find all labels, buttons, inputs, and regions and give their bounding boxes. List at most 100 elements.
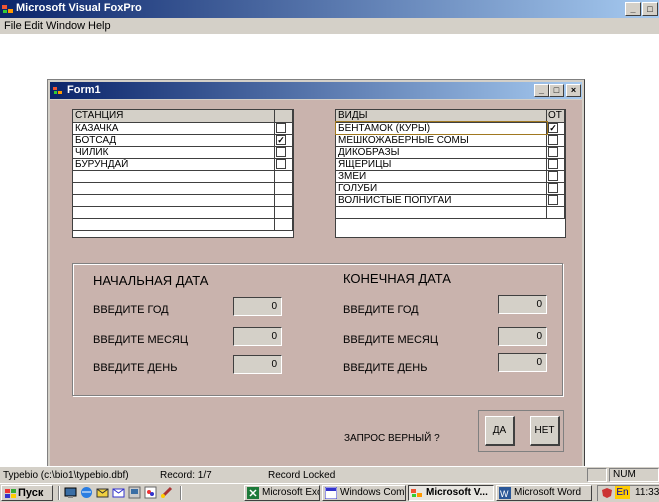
species-name[interactable]: МЕШКОЖАБЕРНЫЕ СОМЫ [336,134,547,147]
table-row[interactable]: БЕНТАМОК (КУРЫ) ✓ [335,121,565,135]
foxpro-task-icon [411,489,422,497]
station-name[interactable]: ЧИЛИК [73,146,275,159]
table-row[interactable]: ЯЩЕРИЦЫ [336,158,565,171]
species-grid[interactable]: ВИДЫ ОТ БЕНТАМОК (КУРЫ) ✓ МЕШКОЖАБЕРНЫЕ … [335,109,566,238]
start-day-field[interactable]: 0 [233,355,282,374]
form-maximize-button[interactable]: □ [549,84,564,97]
menu-help[interactable]: Help [88,20,111,32]
stations-header[interactable]: СТАНЦИЯ [73,110,275,123]
menu-edit[interactable]: Edit [24,20,43,32]
explorer-icon[interactable] [128,486,141,499]
desktop-icon[interactable] [64,486,77,499]
species-name[interactable]: ДИКОБРАЗЫ [336,146,547,159]
app-restore-button[interactable]: □ [642,2,658,16]
clock: 11:33 [635,487,659,498]
status-num: NUM [609,468,659,482]
table-row[interactable]: БУРУНДАЙ [73,158,293,171]
end-day-field[interactable]: 0 [498,353,547,372]
start-label: Пуск [18,487,44,499]
form-window: Form1 _ □ × СТАНЦИЯ КАЗАЧКА БОТСАД ✓ ЧИЛ… [47,79,585,474]
table-row[interactable]: ДИКОБРАЗЫ [336,146,565,159]
app-minimize-button[interactable]: _ [625,2,641,16]
start-button[interactable]: Пуск [1,485,53,501]
status-lock: Record Locked [268,470,336,481]
station-checkbox[interactable] [276,158,286,169]
status-file: Typebio (c:\bio1\typebio.dbf) [3,470,129,481]
word-icon: W [499,487,511,499]
foxpro-icon [2,5,13,13]
task-word[interactable]: W Microsoft Word [496,485,592,501]
station-name[interactable]: БОТСАД [73,134,275,147]
species-checkbox[interactable]: ✓ [548,122,558,133]
start-month-field[interactable]: 0 [233,327,282,346]
start-year-field[interactable]: 0 [233,297,282,316]
empty-row[interactable] [73,194,293,207]
outlook-icon[interactable] [96,486,109,499]
mail-icon[interactable] [112,486,125,499]
start-day-label: ВВЕДИТЕ ДЕНЬ [93,362,178,374]
species-name[interactable]: ВОЛНИСТЫЕ ПОПУГАИ [336,194,547,207]
taskbar: Пуск Microsoft Exc... Windows Com... Mic… [0,483,659,502]
station-checkbox[interactable] [276,122,286,133]
empty-row[interactable] [73,206,293,219]
table-row[interactable]: ЗМЕИ [336,170,565,183]
task-windows-commander[interactable]: Windows Com... [322,485,406,501]
empty-row[interactable] [336,206,565,219]
species-name[interactable]: ЗМЕИ [336,170,547,183]
empty-row[interactable] [73,182,293,195]
status-bar: Typebio (c:\bio1\typebio.dbf) Record: 1/… [0,466,659,483]
species-name[interactable]: ГОЛУБИ [336,182,547,195]
end-year-field[interactable]: 0 [498,295,547,314]
table-row[interactable]: МЕШКОЖАБЕРНЫЕ СОМЫ [336,134,565,147]
station-name[interactable]: КАЗАЧКА [73,122,275,135]
species-checkbox[interactable] [548,146,558,157]
date-frame: НАЧАЛЬНАЯ ДАТА КОНЕЧНАЯ ДАТА ВВЕДИТЕ ГОД… [72,263,563,396]
species-checkbox[interactable] [548,134,558,145]
table-row[interactable]: КАЗАЧКА [73,122,293,135]
table-row[interactable]: ЧИЛИК [73,146,293,159]
form-title-bar[interactable]: Form1 _ □ × [50,82,582,99]
language-indicator[interactable]: En [615,486,630,499]
task-label: Microsoft Exc... [262,487,319,498]
menu-window[interactable]: Window [46,20,85,32]
table-row[interactable]: ГОЛУБИ [336,182,565,195]
species-name[interactable]: БЕНТАМОК (КУРЫ) [335,121,548,135]
stations-header-check[interactable] [274,110,293,123]
no-button[interactable]: НЕТ [530,416,560,446]
empty-row[interactable] [73,170,293,183]
paint-icon[interactable] [144,486,157,499]
station-checkbox[interactable]: ✓ [276,134,286,145]
commander-icon [325,487,337,499]
table-row[interactable]: ВОЛНИСТЫЕ ПОПУГАИ [336,194,565,207]
yes-button[interactable]: ДА [485,416,515,446]
form-close-button[interactable]: × [566,84,581,97]
task-label: Windows Com... [340,487,406,498]
menu-file[interactable]: File [4,20,22,32]
start-year-label: ВВЕДИТЕ ГОД [93,304,169,316]
tool-icon[interactable] [160,486,173,499]
form-minimize-button[interactable]: _ [534,84,549,97]
task-visual-foxpro[interactable]: Microsoft V... [408,485,494,501]
species-checkbox[interactable] [548,170,558,181]
empty-row[interactable] [73,218,293,231]
station-checkbox[interactable] [276,146,286,157]
table-row[interactable]: БОТСАД ✓ [73,134,293,147]
antivirus-icon[interactable] [601,487,613,499]
species-header[interactable]: ВИДЫ [336,110,547,123]
stations-grid[interactable]: СТАНЦИЯ КАЗАЧКА БОТСАД ✓ ЧИЛИК БУРУНДАЙ [72,109,294,238]
end-month-label: ВВЕДИТЕ МЕСЯЦ [343,334,439,346]
task-excel[interactable]: Microsoft Exc... [244,485,320,501]
form-icon [53,87,62,94]
species-checkbox[interactable] [548,194,558,205]
species-name[interactable]: ЯЩЕРИЦЫ [336,158,547,171]
species-checkbox[interactable] [548,182,558,193]
confirm-question: ЗАПРОС ВЕРНЫЙ ? [344,433,440,444]
status-record: Record: 1/7 [160,470,212,481]
species-header-2[interactable]: ОТ [546,110,565,123]
station-name[interactable]: БУРУНДАЙ [73,158,275,171]
species-checkbox[interactable] [548,158,558,169]
end-month-field[interactable]: 0 [498,327,547,346]
browser-icon[interactable] [80,486,93,499]
status-panel-empty [587,468,607,482]
app-title-bar[interactable]: Microsoft Visual FoxPro _ □ [0,0,659,18]
